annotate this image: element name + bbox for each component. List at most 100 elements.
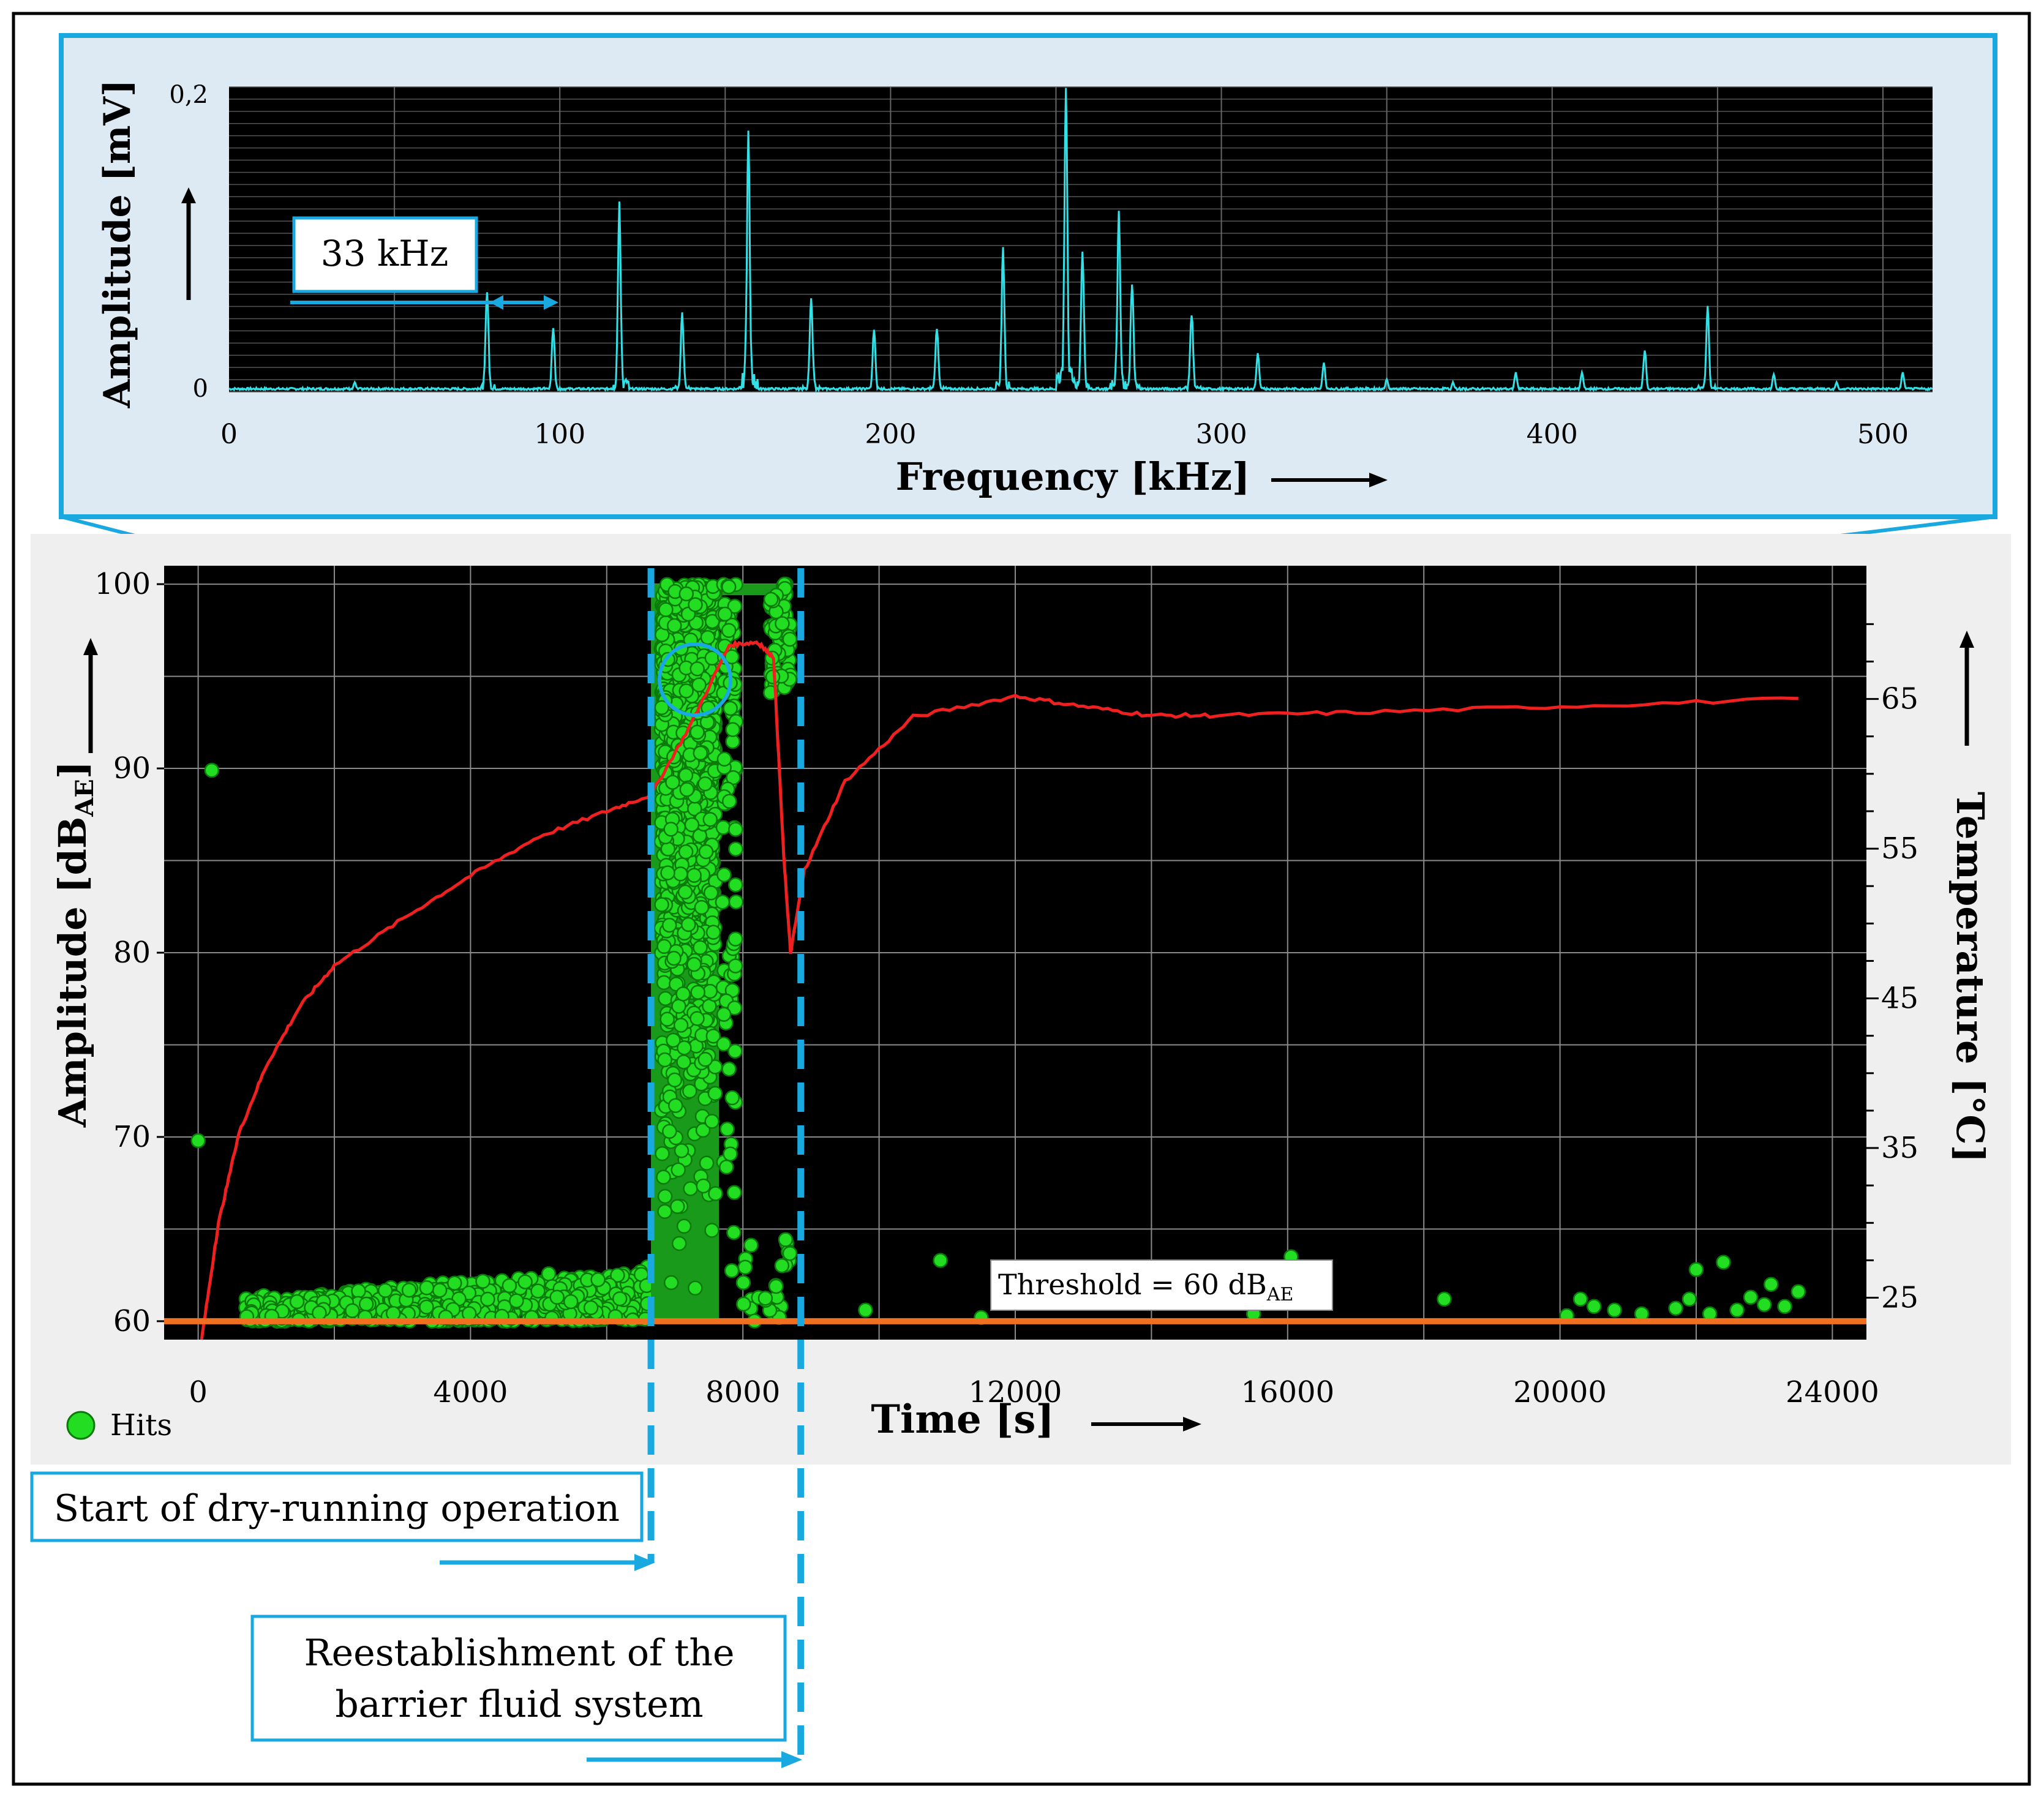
hit-point	[697, 1052, 713, 1067]
hit-point	[721, 579, 737, 595]
spectrum-x-tick: 300	[1196, 419, 1247, 450]
hit-point-isolated	[1607, 1302, 1622, 1318]
hit-point	[704, 1223, 720, 1238]
hit-point	[661, 917, 677, 933]
hit-point	[716, 1007, 732, 1022]
hit-point-isolated	[933, 1253, 948, 1268]
hit-point	[689, 661, 705, 677]
main-y-tick: 60	[113, 1304, 151, 1338]
hit-point-isolated	[1716, 1255, 1731, 1270]
hit-point	[782, 1245, 798, 1261]
hit-point	[675, 986, 691, 1002]
hit-point	[724, 1090, 740, 1106]
hit-point	[657, 1188, 673, 1204]
hit-point-isolated	[204, 762, 220, 778]
hit-point	[743, 1237, 759, 1253]
main-x-tick: 8000	[705, 1375, 780, 1409]
hit-point	[660, 865, 675, 880]
hit-point	[475, 1274, 490, 1289]
hit-point	[704, 1114, 720, 1129]
annotation-reestablish-line2: barrier fluid system	[335, 1683, 703, 1726]
main-y-tick: 80	[113, 936, 151, 970]
hit-point	[715, 820, 731, 835]
hit-point	[658, 602, 674, 617]
hit-point	[663, 1275, 679, 1291]
hit-point	[656, 1169, 671, 1185]
figure: 0 100 200 300 400 500 0 0,2 Amplitude [mV] Fr…	[12, 12, 2031, 1786]
hit-point	[612, 1291, 628, 1307]
hit-point	[663, 822, 678, 837]
hit-point	[775, 616, 790, 631]
hit-point	[774, 1258, 790, 1274]
hit-point	[702, 983, 718, 999]
hit-point	[673, 1018, 689, 1033]
hit-point	[727, 877, 743, 893]
threshold-label-text: Threshold = 60 dBAE	[998, 1268, 1293, 1305]
main-y2-tick: 65	[1881, 682, 1918, 716]
hit-point	[419, 1280, 435, 1296]
hit-point	[447, 1275, 462, 1291]
hit-point-isolated	[1572, 1291, 1588, 1307]
spectrum-x-tick: 0	[220, 419, 238, 450]
hit-point	[678, 844, 694, 860]
annotation-reestablish-line1: Reestablishment of the	[304, 1632, 735, 1675]
hit-point	[401, 1282, 417, 1298]
hit-point	[778, 1232, 794, 1247]
spectrum-x-tick: 100	[534, 419, 585, 450]
hit-point	[676, 1218, 692, 1234]
hit-point-isolated	[1756, 1297, 1772, 1313]
main-y-tick: 90	[113, 751, 151, 786]
hit-point	[698, 844, 714, 860]
hit-point-isolated	[1586, 1299, 1602, 1315]
callout-33khz-text: 33 kHz	[321, 233, 449, 274]
hit-point	[721, 1061, 737, 1077]
hit-point	[673, 866, 688, 882]
hit-point	[686, 868, 702, 883]
hit-point	[385, 1305, 401, 1321]
hit-point	[312, 1305, 327, 1321]
hit-point	[358, 1296, 374, 1312]
spectrum-x-axis-label: Frequency [kHz]	[896, 454, 1250, 499]
hit-point	[654, 897, 669, 912]
spectrum-x-tick: 400	[1527, 419, 1578, 450]
hit-point-isolated	[1764, 1277, 1779, 1292]
annotation-start-text: Start of dry-running operation	[54, 1487, 620, 1530]
main-x-axis-label: Time [s]	[871, 1397, 1054, 1442]
spectrum-y-tick-max: 0,2	[169, 81, 208, 109]
hit-point	[728, 894, 744, 910]
hit-point	[351, 1283, 366, 1299]
main-y2-tick: 55	[1881, 831, 1918, 866]
hit-point	[667, 1098, 683, 1113]
hit-point	[726, 1225, 742, 1240]
hit-point	[690, 985, 705, 1000]
hit-point	[721, 623, 737, 638]
main-y2-axis-label: Temperature [°C]	[1948, 792, 1993, 1163]
hit-point	[705, 925, 721, 940]
hit-point	[688, 597, 703, 612]
hit-point	[719, 1159, 734, 1175]
main-x-tick: 4000	[433, 1375, 508, 1409]
hit-point	[684, 817, 700, 833]
hit-point	[716, 1037, 732, 1052]
hit-point	[665, 775, 680, 790]
hit-point-isolated	[1729, 1302, 1745, 1318]
hit-point	[723, 700, 738, 716]
hit-point	[419, 1299, 434, 1315]
hit-point	[674, 1143, 689, 1158]
hit-point	[377, 1283, 393, 1298]
hit-point	[345, 1303, 360, 1318]
hit-point	[671, 1162, 686, 1178]
hit-point	[736, 1296, 751, 1312]
hit-point	[691, 677, 707, 692]
hit-point	[583, 1300, 599, 1316]
hit-point	[670, 1199, 685, 1214]
hit-point-isolated	[1681, 1291, 1697, 1307]
hit-point	[723, 1146, 738, 1161]
hit-point	[530, 1283, 546, 1299]
hit-point	[657, 1052, 672, 1068]
main-y-tick: 70	[113, 1120, 151, 1154]
hit-point	[289, 1294, 305, 1310]
hit-point	[660, 841, 676, 857]
hit-point	[763, 591, 779, 607]
hit-point	[658, 991, 673, 1007]
